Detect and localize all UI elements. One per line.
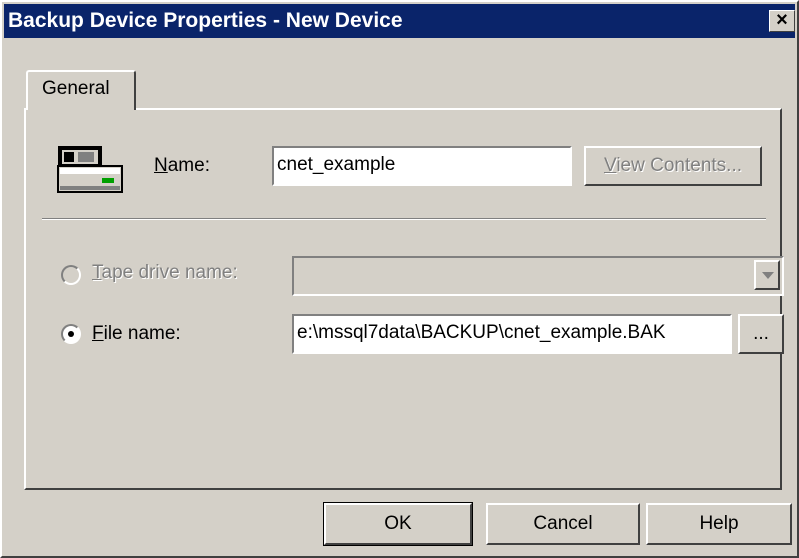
help-button[interactable]: Help [646, 503, 792, 545]
cancel-button[interactable]: Cancel [486, 503, 640, 545]
tape-drive-select[interactable] [292, 256, 784, 296]
divider [42, 218, 766, 220]
dropdown-arrow-button[interactable] [754, 260, 780, 290]
window-title: Backup Device Properties - New Device [8, 9, 403, 32]
file-name-radio[interactable] [61, 324, 81, 344]
view-contents-button[interactable]: View Contents... [584, 146, 762, 186]
file-name-text: ile name: [103, 323, 181, 344]
close-button[interactable]: × [769, 10, 795, 32]
dialog-window: Backup Device Properties - New Device × … [0, 0, 799, 558]
browse-button[interactable]: ... [738, 314, 784, 354]
view-contents-label: View Contents... [604, 155, 742, 176]
ok-button[interactable]: OK [323, 502, 473, 546]
view-contents-accel: V [603, 155, 617, 176]
tab-general[interactable]: General [26, 70, 136, 110]
tape-drive-radio[interactable] [61, 265, 81, 285]
tape-drive-text: ape drive name: [101, 262, 238, 283]
radio-dot-icon [68, 331, 74, 337]
name-label-text: ame: [167, 155, 210, 176]
title-bar: Backup Device Properties - New Device × [4, 4, 795, 38]
view-contents-text: iew Contents... [616, 155, 742, 176]
name-label: Name: [154, 155, 210, 177]
backup-device-icon [57, 146, 123, 193]
chevron-down-icon [762, 272, 774, 279]
tab-general-label: General [42, 78, 110, 99]
tape-drive-label: Tape drive name: [92, 262, 238, 284]
file-name-label: File name: [92, 323, 181, 345]
name-label-accel: N [154, 155, 168, 176]
name-input[interactable]: cnet_example [272, 146, 572, 186]
file-name-input[interactable]: e:\mssql7data\BACKUP\cnet_example.BAK [292, 314, 732, 354]
file-name-accel: F [92, 323, 104, 344]
tape-drive-accel: T [92, 262, 102, 283]
